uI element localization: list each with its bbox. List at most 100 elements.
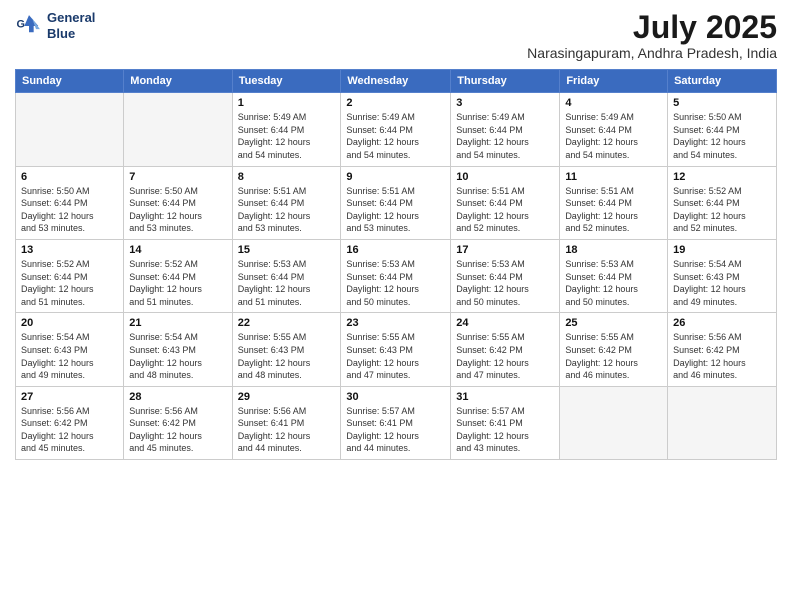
day-info: Sunrise: 5:51 AM Sunset: 6:44 PM Dayligh…: [346, 185, 445, 235]
day-number: 9: [346, 171, 445, 183]
calendar-cell: 21 Sunrise: 5:54 AM Sunset: 6:43 PM Dayli…: [124, 313, 232, 386]
day-info: Sunrise: 5:52 AM Sunset: 6:44 PM Dayligh…: [673, 185, 771, 235]
day-number: 8: [238, 171, 336, 183]
day-number: 2: [346, 97, 445, 109]
title-block: July 2025 Narasingapuram, Andhra Pradesh…: [527, 10, 777, 61]
day-number: 10: [456, 171, 554, 183]
logo-text: General Blue: [47, 10, 95, 41]
day-info: Sunrise: 5:50 AM Sunset: 6:44 PM Dayligh…: [129, 185, 226, 235]
calendar-cell: 2 Sunrise: 5:49 AM Sunset: 6:44 PM Daylig…: [341, 93, 451, 166]
calendar-header-sunday: Sunday: [16, 70, 124, 93]
location-title: Narasingapuram, Andhra Pradesh, India: [527, 45, 777, 61]
day-number: 30: [346, 391, 445, 403]
day-info: Sunrise: 5:57 AM Sunset: 6:41 PM Dayligh…: [456, 405, 554, 455]
day-number: 29: [238, 391, 336, 403]
calendar-cell: 31 Sunrise: 5:57 AM Sunset: 6:41 PM Dayli…: [451, 386, 560, 459]
day-number: 7: [129, 171, 226, 183]
svg-text:G: G: [17, 18, 25, 30]
page-container: G General Blue July 2025 Narasingapuram,…: [0, 0, 792, 465]
day-info: Sunrise: 5:55 AM Sunset: 6:42 PM Dayligh…: [565, 331, 662, 381]
day-info: Sunrise: 5:51 AM Sunset: 6:44 PM Dayligh…: [456, 185, 554, 235]
day-number: 1: [238, 97, 336, 109]
calendar-cell: [124, 93, 232, 166]
calendar-header-friday: Friday: [560, 70, 668, 93]
day-number: 18: [565, 244, 662, 256]
day-number: 31: [456, 391, 554, 403]
day-info: Sunrise: 5:49 AM Sunset: 6:44 PM Dayligh…: [456, 111, 554, 161]
week-row-1: 1 Sunrise: 5:49 AM Sunset: 6:44 PM Daylig…: [16, 93, 777, 166]
day-number: 22: [238, 317, 336, 329]
calendar-cell: 4 Sunrise: 5:49 AM Sunset: 6:44 PM Daylig…: [560, 93, 668, 166]
day-number: 6: [21, 171, 118, 183]
header: G General Blue July 2025 Narasingapuram,…: [15, 10, 777, 61]
day-number: 17: [456, 244, 554, 256]
day-number: 4: [565, 97, 662, 109]
day-number: 28: [129, 391, 226, 403]
calendar-cell: 11Sunrise: 5:51 AM Sunset: 6:44 PM Dayli…: [560, 166, 668, 239]
calendar-cell: 7 Sunrise: 5:50 AM Sunset: 6:44 PM Daylig…: [124, 166, 232, 239]
day-number: 3: [456, 97, 554, 109]
calendar-cell: 23Sunrise: 5:55 AM Sunset: 6:43 PM Dayli…: [341, 313, 451, 386]
day-info: Sunrise: 5:53 AM Sunset: 6:44 PM Dayligh…: [456, 258, 554, 308]
day-info: Sunrise: 5:53 AM Sunset: 6:44 PM Dayligh…: [565, 258, 662, 308]
day-number: 27: [21, 391, 118, 403]
day-info: Sunrise: 5:56 AM Sunset: 6:41 PM Dayligh…: [238, 405, 336, 455]
calendar-cell: 25 Sunrise: 5:55 AM Sunset: 6:42 PM Dayli…: [560, 313, 668, 386]
day-number: 21: [129, 317, 226, 329]
day-info: Sunrise: 5:51 AM Sunset: 6:44 PM Dayligh…: [238, 185, 336, 235]
calendar-cell: [560, 386, 668, 459]
calendar-cell: 27 Sunrise: 5:56 AM Sunset: 6:42 PM Dayli…: [16, 386, 124, 459]
calendar-cell: [668, 386, 777, 459]
calendar-cell: 14 Sunrise: 5:52 AM Sunset: 6:44 PM Dayli…: [124, 239, 232, 312]
day-info: Sunrise: 5:52 AM Sunset: 6:44 PM Dayligh…: [21, 258, 118, 308]
day-info: Sunrise: 5:53 AM Sunset: 6:44 PM Dayligh…: [346, 258, 445, 308]
calendar-header-saturday: Saturday: [668, 70, 777, 93]
day-number: 12: [673, 171, 771, 183]
calendar-cell: 1 Sunrise: 5:49 AM Sunset: 6:44 PM Daylig…: [232, 93, 341, 166]
calendar-cell: 6 Sunrise: 5:50 AM Sunset: 6:44 PM Daylig…: [16, 166, 124, 239]
day-info: Sunrise: 5:55 AM Sunset: 6:43 PM Dayligh…: [238, 331, 336, 381]
day-number: 26: [673, 317, 771, 329]
calendar-cell: [16, 93, 124, 166]
day-info: Sunrise: 5:49 AM Sunset: 6:44 PM Dayligh…: [565, 111, 662, 161]
logo: G General Blue: [15, 10, 95, 41]
calendar-cell: 28Sunrise: 5:56 AM Sunset: 6:42 PM Dayli…: [124, 386, 232, 459]
day-number: 25: [565, 317, 662, 329]
day-info: Sunrise: 5:56 AM Sunset: 6:42 PM Dayligh…: [21, 405, 118, 455]
day-number: 14: [129, 244, 226, 256]
day-number: 15: [238, 244, 336, 256]
week-row-2: 6 Sunrise: 5:50 AM Sunset: 6:44 PM Daylig…: [16, 166, 777, 239]
calendar-cell: 15Sunrise: 5:53 AM Sunset: 6:44 PM Dayli…: [232, 239, 341, 312]
day-info: Sunrise: 5:49 AM Sunset: 6:44 PM Dayligh…: [346, 111, 445, 161]
calendar-cell: 19Sunrise: 5:54 AM Sunset: 6:43 PM Dayli…: [668, 239, 777, 312]
calendar-cell: 10 Sunrise: 5:51 AM Sunset: 6:44 PM Dayli…: [451, 166, 560, 239]
calendar-cell: 22 Sunrise: 5:55 AM Sunset: 6:43 PM Dayli…: [232, 313, 341, 386]
day-info: Sunrise: 5:56 AM Sunset: 6:42 PM Dayligh…: [673, 331, 771, 381]
day-info: Sunrise: 5:50 AM Sunset: 6:44 PM Dayligh…: [673, 111, 771, 161]
day-info: Sunrise: 5:55 AM Sunset: 6:42 PM Dayligh…: [456, 331, 554, 381]
calendar-cell: 12 Sunrise: 5:52 AM Sunset: 6:44 PM Dayli…: [668, 166, 777, 239]
calendar-cell: 20Sunrise: 5:54 AM Sunset: 6:43 PM Dayli…: [16, 313, 124, 386]
calendar-cell: 9 Sunrise: 5:51 AM Sunset: 6:44 PM Daylig…: [341, 166, 451, 239]
day-number: 13: [21, 244, 118, 256]
day-info: Sunrise: 5:50 AM Sunset: 6:44 PM Dayligh…: [21, 185, 118, 235]
calendar-header-thursday: Thursday: [451, 70, 560, 93]
day-number: 16: [346, 244, 445, 256]
calendar-cell: 13 Sunrise: 5:52 AM Sunset: 6:44 PM Dayli…: [16, 239, 124, 312]
week-row-4: 20Sunrise: 5:54 AM Sunset: 6:43 PM Dayli…: [16, 313, 777, 386]
day-number: 11: [565, 171, 662, 183]
calendar-cell: 24Sunrise: 5:55 AM Sunset: 6:42 PM Dayli…: [451, 313, 560, 386]
calendar-cell: 18 Sunrise: 5:53 AM Sunset: 6:44 PM Dayli…: [560, 239, 668, 312]
logo-icon: G: [15, 12, 43, 40]
day-info: Sunrise: 5:54 AM Sunset: 6:43 PM Dayligh…: [21, 331, 118, 381]
calendar-cell: 26 Sunrise: 5:56 AM Sunset: 6:42 PM Dayli…: [668, 313, 777, 386]
calendar-cell: 8 Sunrise: 5:51 AM Sunset: 6:44 PM Daylig…: [232, 166, 341, 239]
calendar-header-monday: Monday: [124, 70, 232, 93]
day-info: Sunrise: 5:57 AM Sunset: 6:41 PM Dayligh…: [346, 405, 445, 455]
calendar-cell: 16 Sunrise: 5:53 AM Sunset: 6:44 PM Dayli…: [341, 239, 451, 312]
calendar-cell: 17 Sunrise: 5:53 AM Sunset: 6:44 PM Dayli…: [451, 239, 560, 312]
day-info: Sunrise: 5:52 AM Sunset: 6:44 PM Dayligh…: [129, 258, 226, 308]
day-info: Sunrise: 5:49 AM Sunset: 6:44 PM Dayligh…: [238, 111, 336, 161]
month-title: July 2025: [527, 10, 777, 45]
day-info: Sunrise: 5:54 AM Sunset: 6:43 PM Dayligh…: [129, 331, 226, 381]
